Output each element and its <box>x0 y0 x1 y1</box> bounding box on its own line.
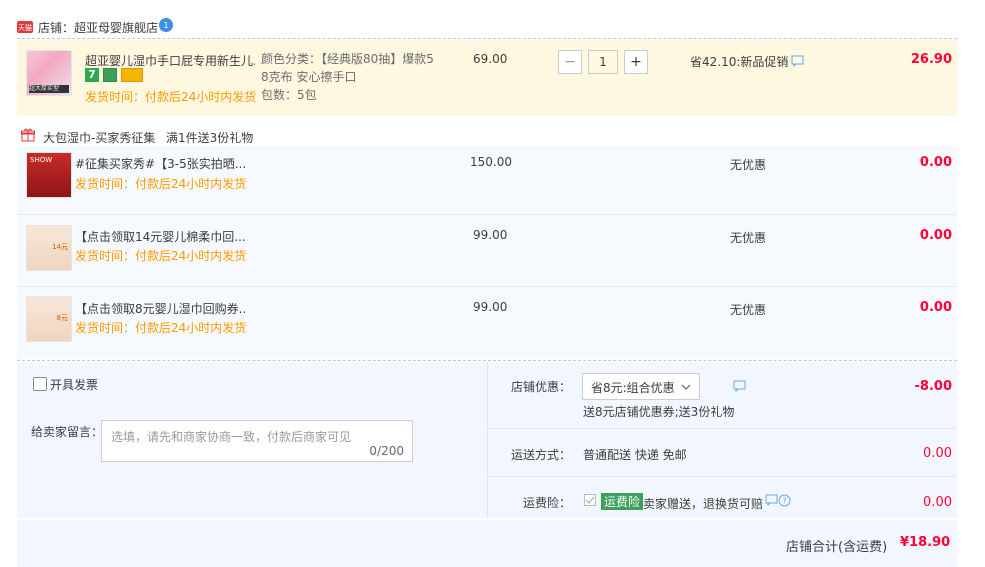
thumbnail-caption: 超大厚实型 <box>29 85 69 93</box>
gift-1-title-link[interactable]: #征集买家秀#【3-5张实拍晒... <box>75 155 245 172</box>
sku-pack: 包数：5包 <box>261 88 317 102</box>
main-item-ship-time: 发货时间：付款后24小时内发货 <box>85 90 257 104</box>
main-item-promo: 省42.10:新品促销 <box>690 55 789 69</box>
gift-1-total: 0.00 <box>919 155 952 170</box>
summary-label: 店铺合计(含运费) <box>786 540 888 555</box>
discount-select[interactable]: 省8元:组合优惠 <box>582 373 700 400</box>
gift-2-total: 0.00 <box>919 228 952 243</box>
decrease-button[interactable]: − <box>558 50 582 74</box>
gift-3-thumb-text: 8元 <box>56 314 68 322</box>
insurance-amount: 0.00 <box>923 495 952 510</box>
invoice-label[interactable]: 开具发票 <box>50 376 98 393</box>
shop-header: 天猫 店铺：超亚母婴旗舰店 1 <box>17 15 957 39</box>
gift-3-total: 0.00 <box>919 300 952 315</box>
shipping-method: 普通配送 快递 免邮 <box>583 448 687 462</box>
message-placeholder: 选填，请先和商家协商一致，付款后商家可见 <box>111 430 352 444</box>
tmall-icon: 天猫 <box>17 21 33 33</box>
gift-1-ship-time: 发货时间：付款后24小时内发货 <box>75 177 247 191</box>
gift-3-thumbnail[interactable]: 8元 <box>26 296 72 342</box>
increase-button[interactable]: + <box>624 50 648 74</box>
shop-divider <box>17 38 957 39</box>
message-counter: 0/200 <box>369 444 404 458</box>
discount-label: 店铺优惠： <box>511 380 572 394</box>
main-item-total: 26.90 <box>910 52 952 67</box>
gift-icon <box>21 128 35 142</box>
insurance-label: 运费险： <box>523 496 572 510</box>
main-item-sku: 颜色分类：【经典版80抽】爆款5 8克布 安心擦手口 包数：5包 <box>261 50 441 104</box>
main-item-thumbnail[interactable]: 超大厚实型 <box>26 50 72 96</box>
sku-color: 颜色分类：【经典版80抽】爆款5 <box>261 52 434 66</box>
gift-rule: 满1件送3份礼物 <box>166 131 254 145</box>
gift-1-thumbnail[interactable]: SHOW <box>26 152 72 198</box>
gift-3-promo: 无优惠 <box>730 303 767 317</box>
gift-3-unit-price: 99.00 <box>473 300 508 314</box>
svg-text:1: 1 <box>163 21 168 30</box>
gift-2-promo: 无优惠 <box>730 231 767 245</box>
option-divider <box>487 428 957 429</box>
svg-text:天猫: 天猫 <box>18 23 32 32</box>
help-icon[interactable]: ? <box>778 494 791 510</box>
summary-amount: ¥18.90 <box>900 535 951 550</box>
shipping-label: 运送方式： <box>511 448 572 462</box>
gift-2-ship-time: 发货时间：付款后24小时内发货 <box>75 249 247 263</box>
gift-1-thumb-text: SHOW <box>30 156 53 164</box>
gift-2-title-link[interactable]: 【点击领取14元婴儿棉柔巾回... <box>75 228 245 245</box>
discount-comment-icon[interactable] <box>733 380 746 395</box>
svg-text:?: ? <box>782 497 786 506</box>
service-icons: 7 <box>85 68 145 84</box>
gift-3-title-link[interactable]: 【点击领取8元婴儿湿巾回购券... <box>75 300 245 317</box>
footer-divider <box>17 360 957 361</box>
gift-1-promo: 无优惠 <box>730 158 767 172</box>
gift-2-thumb-text: 14元 <box>52 243 68 251</box>
quantity-stepper[interactable]: − 1 + <box>558 50 650 74</box>
chevron-down-icon <box>681 384 691 390</box>
order-page: 天猫 店铺：超亚母婴旗舰店 1 超大厚实型 超亚婴儿湿巾手口屁专用新生儿... … <box>0 0 985 567</box>
message-textarea[interactable]: 选填，请先和商家协商一致，付款后商家可见 0/200 <box>101 420 413 462</box>
footer-column-divider <box>487 362 488 518</box>
gift-2-thumbnail[interactable]: 14元 <box>26 225 72 271</box>
sku-color-cont: 8克布 安心擦手口 <box>261 70 357 84</box>
shipping-amount: 0.00 <box>923 446 952 461</box>
insurance-checkbox-icon <box>584 494 596 509</box>
insurance-desc: 卖家赠送，退换货可赔 <box>643 497 764 511</box>
promo-comment-icon[interactable] <box>791 55 804 70</box>
gift-group-title: 大包湿巾-买家秀征集 <box>43 131 156 145</box>
insurance-comment-icon[interactable] <box>765 494 778 509</box>
message-label: 给卖家留言： <box>31 425 104 439</box>
wangwang-chat-icon[interactable]: 1 <box>158 17 174 33</box>
shop-name-link[interactable]: 店铺：超亚母婴旗舰店 <box>38 19 158 36</box>
discount-note: 送8元店铺优惠券;送3份礼物 <box>583 405 735 419</box>
quantity-input[interactable]: 1 <box>588 50 618 74</box>
option-divider <box>487 476 957 477</box>
main-item-title-link[interactable]: 超亚婴儿湿巾手口屁专用新生儿... <box>85 52 255 69</box>
gift-1-unit-price: 150.00 <box>470 155 512 169</box>
discount-selected-value: 省8元:组合优惠 <box>591 381 675 395</box>
insurance-badge: 运费险 <box>601 493 644 510</box>
discount-amount: -8.00 <box>914 379 952 394</box>
guarantee-icon[interactable] <box>103 68 117 82</box>
gift-2-unit-price: 99.00 <box>473 228 508 242</box>
invoice-checkbox[interactable] <box>33 377 47 391</box>
seven-day-return-icon[interactable]: 7 <box>85 68 99 82</box>
gift-3-ship-time: 发货时间：付款后24小时内发货 <box>75 321 247 335</box>
credit-card-icon[interactable] <box>121 68 143 82</box>
main-item-unit-price: 69.00 <box>473 52 508 66</box>
